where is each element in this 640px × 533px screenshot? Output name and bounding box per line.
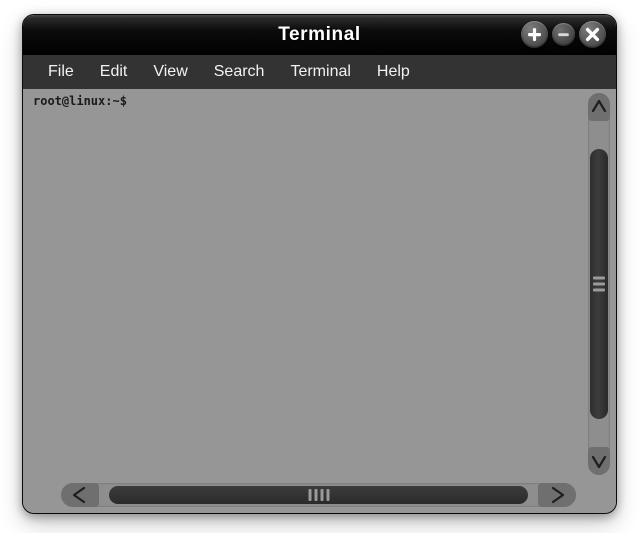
menu-item-view[interactable]: View [140, 61, 200, 83]
plus-icon [528, 28, 541, 42]
horizontal-scroll-thumb[interactable] [109, 486, 528, 504]
window-titlebar[interactable]: Terminal [23, 15, 616, 55]
vertical-scroll-thumb[interactable] [590, 149, 608, 419]
scroll-down-button[interactable] [588, 447, 610, 475]
menu-item-help[interactable]: Help [364, 61, 423, 83]
close-icon [585, 27, 600, 42]
maximize-button[interactable] [521, 21, 548, 48]
menu-item-terminal[interactable]: Terminal [277, 61, 363, 83]
terminal-window: Terminal File Edit View Search Terminal … [22, 14, 617, 514]
chevron-right-icon [551, 486, 565, 504]
menu-item-file[interactable]: File [35, 61, 87, 83]
vertical-scrollbar[interactable] [588, 93, 610, 475]
vertical-thumb-grip [593, 274, 605, 295]
minus-icon [558, 33, 569, 37]
menu-item-search[interactable]: Search [201, 61, 278, 83]
chevron-down-icon [591, 455, 607, 469]
scroll-right-button[interactable] [538, 483, 576, 507]
horizontal-thumb-grip [308, 489, 329, 501]
menubar: File Edit View Search Terminal Help [23, 55, 616, 89]
terminal-prompt-line: root@linux:~$ [33, 94, 127, 108]
window-controls [521, 21, 606, 48]
desktop-background: Terminal File Edit View Search Terminal … [0, 0, 640, 533]
minimize-button[interactable] [552, 23, 575, 46]
menu-item-edit[interactable]: Edit [87, 61, 141, 83]
chevron-left-icon [72, 486, 86, 504]
scroll-up-button[interactable] [588, 93, 610, 121]
terminal-body: root@linux:~$ [23, 89, 616, 513]
scroll-left-button[interactable] [61, 483, 99, 507]
horizontal-scrollbar[interactable] [61, 483, 576, 507]
close-button[interactable] [579, 21, 606, 48]
chevron-up-icon [591, 99, 607, 113]
terminal-output-area[interactable]: root@linux:~$ [23, 89, 586, 477]
